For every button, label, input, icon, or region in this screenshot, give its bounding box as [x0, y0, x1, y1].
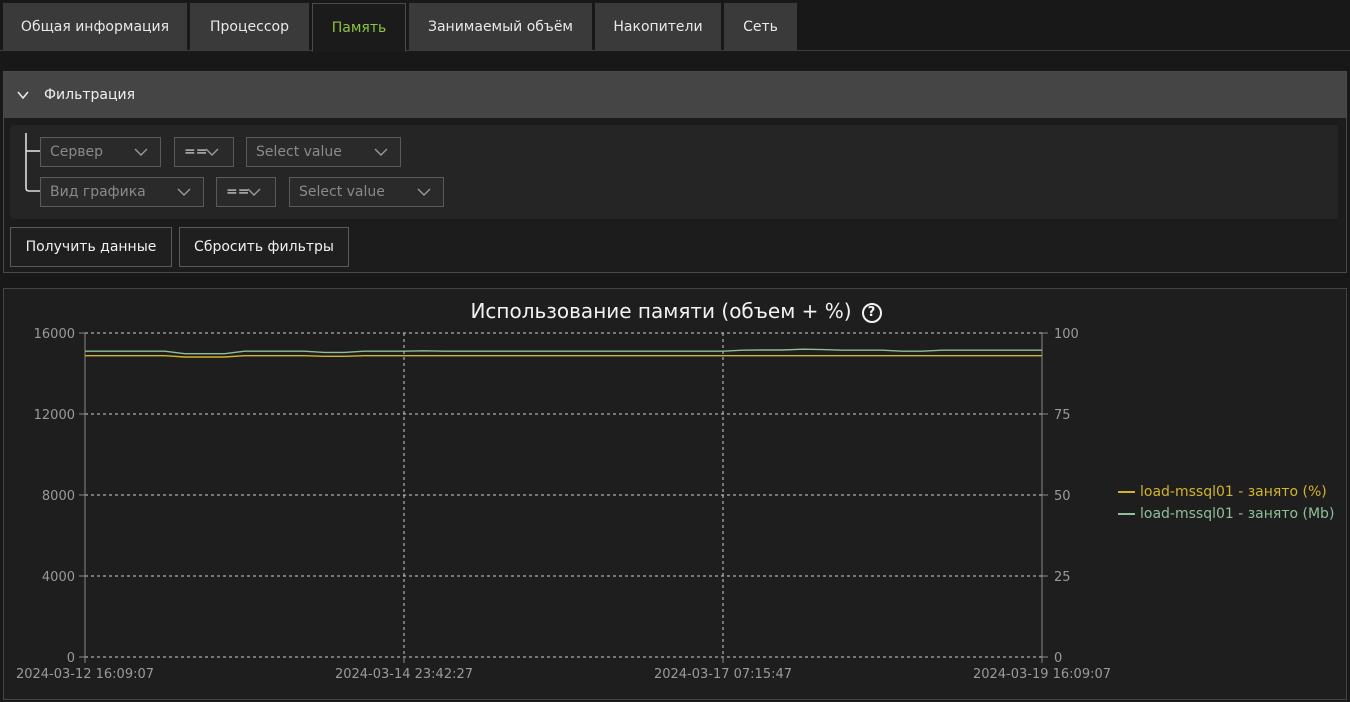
legend-item-mb[interactable]: load-mssql01 - занято (Mb) [1118, 503, 1334, 525]
legend-item-percent[interactable]: load-mssql01 - занято (%) [1118, 481, 1334, 503]
y-right-tick-label: 50 [1054, 489, 1071, 504]
y-right-tick-label: 25 [1054, 570, 1071, 585]
rule-2-operator-select[interactable]: == [216, 177, 276, 207]
tab-disk-usage[interactable]: Занимаемый объём [409, 3, 592, 51]
tab-processor[interactable]: Процессор [190, 3, 309, 51]
legend-swatch [1118, 491, 1135, 493]
legend-swatch [1118, 513, 1135, 515]
chevron-down-icon [374, 148, 388, 156]
y-left-tick-label: 4000 [42, 570, 75, 585]
y-left-tick-label: 16000 [34, 327, 75, 342]
chevron-down-icon [134, 148, 148, 156]
y-left-tick-label: 8000 [42, 489, 75, 504]
tab-general-info[interactable]: Общая информация [3, 3, 187, 51]
legend-label: load-mssql01 - занято (%) [1140, 484, 1327, 500]
question-circle-icon[interactable]: ? [861, 303, 882, 323]
series-line-0 [85, 354, 1042, 358]
chart-title-row: Использование памяти (объем + %)? [4, 299, 1348, 323]
rule-1-value-placeholder: Select value [256, 144, 342, 160]
rule-tree-connector [25, 133, 40, 192]
rule-2-field-label: Вид графика [50, 184, 146, 200]
chart-panel: 0 4000 8000 12000 16000 0 25 50 75 100 2024-03-12 … [3, 288, 1347, 700]
rule-1-operator-select[interactable]: == [174, 137, 234, 167]
x-tick-label: 2024-03-19 16:09:07 [973, 667, 1111, 682]
y-right-tick-label: 75 [1054, 408, 1071, 423]
tab-bar: Общая информация Процессор Память Занима… [0, 0, 1350, 52]
chevron-down-icon [17, 91, 29, 100]
tab-drives[interactable]: Накопители [595, 3, 721, 51]
rule-1-field-select[interactable]: Сервер [40, 137, 161, 167]
chart-legend: load-mssql01 - занято (%) load-mssql01 -… [1118, 481, 1334, 525]
filter-header[interactable]: Фильтрация [4, 72, 1346, 118]
y-left-tick-label: 0 [67, 651, 75, 666]
reset-filters-button[interactable]: Сбросить фильтры [179, 227, 349, 267]
chevron-down-icon [247, 188, 261, 196]
rule-1-field-label: Сервер [50, 144, 104, 160]
y-left-tick-label: 12000 [34, 408, 75, 423]
filter-title: Фильтрация [44, 87, 136, 103]
chart-title: Использование памяти (объем + %) [470, 299, 852, 323]
x-tick-label: 2024-03-17 07:15:47 [654, 667, 792, 682]
rule-1-value-select[interactable]: Select value [246, 137, 401, 167]
x-tick-label: 2024-03-12 16:09:07 [16, 667, 154, 682]
rule-1-operator-label: == [184, 144, 208, 160]
legend-label: load-mssql01 - занято (Mb) [1140, 506, 1335, 522]
rule-2-value-select[interactable]: Select value [289, 177, 444, 207]
y-right-tick-label: 0 [1054, 651, 1062, 666]
rule-2-value-placeholder: Select value [299, 184, 385, 200]
chevron-down-icon [417, 188, 431, 196]
get-data-button[interactable]: Получить данные [10, 227, 172, 267]
y-right-tick-label: 100 [1054, 327, 1079, 342]
tab-network[interactable]: Сеть [724, 3, 797, 51]
chevron-down-icon [177, 188, 191, 196]
tab-memory[interactable]: Память [312, 3, 406, 52]
filter-panel: Фильтрация Сервер == Select value Вид гр… [3, 71, 1347, 273]
series-line-1 [85, 348, 1042, 355]
rule-2-field-select[interactable]: Вид графика [40, 177, 204, 207]
x-tick-label: 2024-03-14 23:42:27 [335, 667, 473, 682]
rule-2-operator-label: == [226, 184, 250, 200]
filter-rules: Сервер == Select value Вид графика == Se… [10, 125, 1338, 219]
chevron-down-icon [205, 148, 219, 156]
